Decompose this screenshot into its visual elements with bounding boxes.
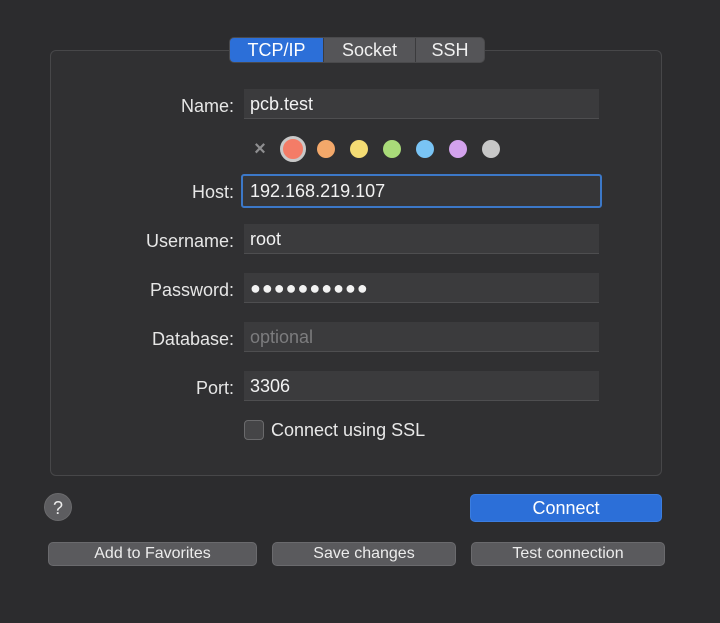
database-label: Database: xyxy=(151,329,234,349)
host-field[interactable]: 192.168.219.107 xyxy=(241,174,602,208)
ssl-option[interactable]: Connect using SSL xyxy=(244,419,425,441)
connect-button[interactable]: Connect xyxy=(470,494,662,522)
ssl-label: Connect using SSL xyxy=(271,419,426,440)
name-field[interactable]: pcb.test xyxy=(244,89,599,119)
save-changes-button[interactable]: Save changes xyxy=(272,542,456,566)
color-swatch-yellow[interactable] xyxy=(350,140,368,158)
color-swatch-red[interactable] xyxy=(280,136,306,162)
help-button[interactable]: ? xyxy=(44,493,72,521)
username-label: Username: xyxy=(145,231,234,251)
tab-socket[interactable]: Socket xyxy=(323,38,415,62)
color-picker: × xyxy=(250,136,510,162)
clear-color-icon[interactable]: × xyxy=(250,138,270,160)
color-swatch-orange[interactable] xyxy=(317,140,335,158)
host-label: Host: xyxy=(191,182,234,202)
password-label: Password: xyxy=(149,280,234,300)
port-field[interactable]: 3306 xyxy=(244,371,599,401)
tab-ssh[interactable]: SSH xyxy=(415,38,484,62)
database-field[interactable]: optional xyxy=(244,322,599,352)
connection-type-tabs: TCP/IP Socket SSH xyxy=(229,37,485,63)
color-swatch-green[interactable] xyxy=(383,140,401,158)
port-label: Port: xyxy=(195,378,234,398)
color-swatch-purple[interactable] xyxy=(449,140,467,158)
color-swatch-blue[interactable] xyxy=(416,140,434,158)
add-to-favorites-button[interactable]: Add to Favorites xyxy=(48,542,257,566)
tab-tcpip[interactable]: TCP/IP xyxy=(230,38,323,62)
username-field[interactable]: root xyxy=(244,224,599,254)
password-field[interactable]: ●●●●●●●●●● xyxy=(244,273,599,303)
ssl-checkbox[interactable] xyxy=(244,420,264,440)
name-label: Name: xyxy=(180,96,234,116)
color-swatch-gray[interactable] xyxy=(482,140,500,158)
test-connection-button[interactable]: Test connection xyxy=(471,542,665,566)
